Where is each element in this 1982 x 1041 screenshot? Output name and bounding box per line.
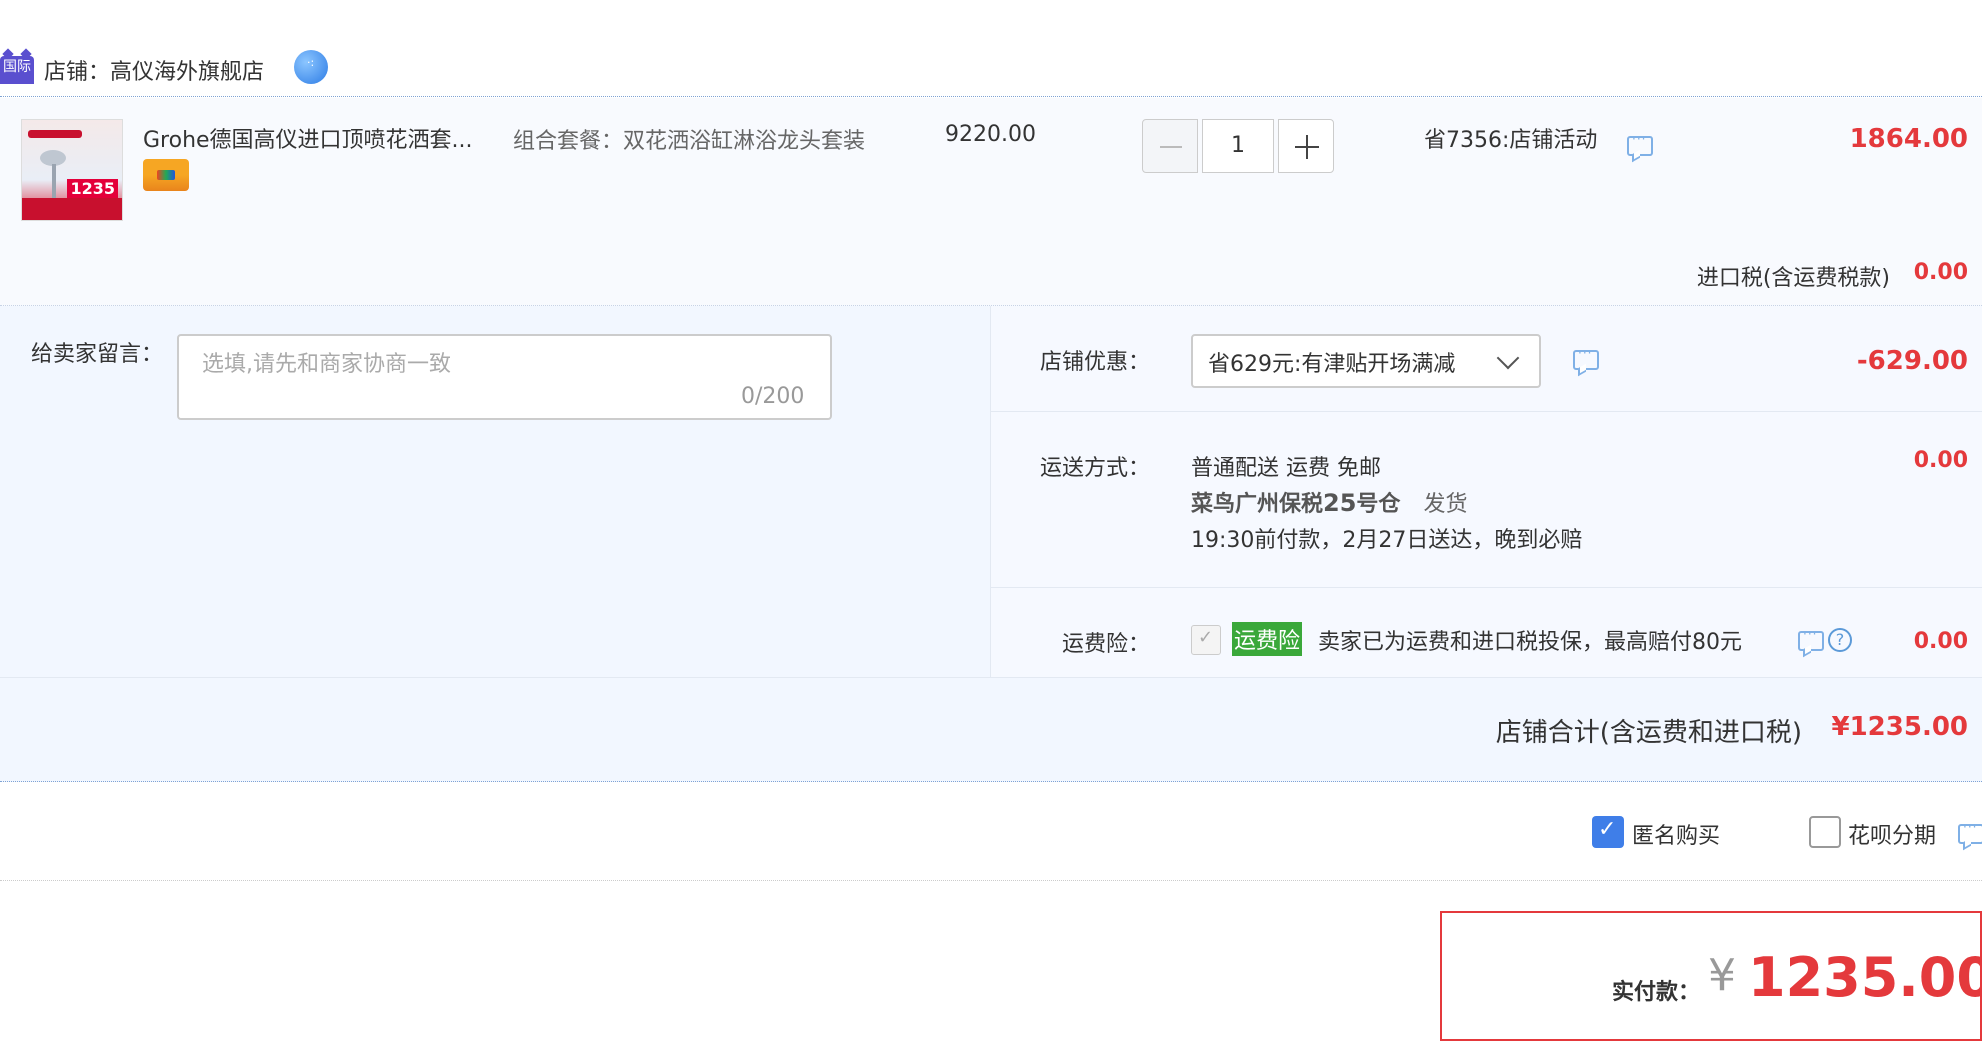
insurance-checkbox — [1191, 625, 1221, 655]
quantity-increase-button[interactable] — [1278, 119, 1334, 173]
product-title[interactable]: Grohe德国高仪进口顶喷花洒套... — [143, 122, 503, 154]
shop-name[interactable]: 店铺：高仪海外旗舰店 — [44, 54, 264, 86]
huabei-installment-checkbox[interactable] — [1809, 816, 1841, 848]
shipping-value: 0.00 — [1913, 448, 1968, 473]
anonymous-purchase-checkbox[interactable] — [1592, 816, 1624, 848]
chat-icon[interactable] — [1573, 346, 1599, 370]
help-icon[interactable]: ? — [1828, 628, 1852, 652]
quantity-decrease-button[interactable] — [1142, 119, 1198, 173]
seller-message-label: 给卖家留言： — [31, 342, 164, 367]
seller-message-placeholder[interactable]: 选填,请先和商家协商一致 — [202, 346, 451, 378]
insurance-label: 运费险： — [1061, 632, 1150, 657]
chat-icon[interactable] — [1958, 820, 1982, 844]
product-thumbnail[interactable]: 1235 — [21, 119, 123, 221]
credit-card-icon — [143, 159, 189, 191]
divider — [0, 781, 1982, 782]
delivery-estimate: 19:30前付款，2月27日送达，晚到必赔 — [1191, 528, 1583, 553]
thumbnail-price: 1235 — [67, 179, 118, 198]
dispatch-text: 发货 — [1423, 492, 1468, 517]
shipping-warehouse: 菜鸟广州保税25号仓 发货 — [1191, 486, 1467, 518]
shop-total-label: 店铺合计(含运费和进口税) — [1495, 718, 1802, 748]
payment-currency: ¥ — [1708, 950, 1736, 1001]
warehouse-number: 25 — [1323, 489, 1357, 517]
wangwang-chat-icon[interactable]: ·: — [294, 50, 328, 84]
seller-message-counter: 0/200 — [741, 384, 805, 409]
insurance-value: 0.00 — [1913, 629, 1968, 654]
tax-value: 0.00 — [1913, 260, 1968, 285]
shipping-method: 普通配送 运费 免邮 — [1191, 456, 1381, 481]
product-combo: 组合套餐：双花洒浴缸淋浴龙头套装 — [513, 129, 866, 154]
divider — [990, 411, 1982, 412]
insurance-text: 卖家已为运费和进口税投保，最高赔付80元 — [1318, 630, 1742, 655]
insurance-tag: 运费险 — [1232, 622, 1303, 656]
anonymous-purchase-label[interactable]: 匿名购买 — [1632, 818, 1720, 850]
item-price: 1864.00 — [1849, 124, 1968, 154]
quantity-input[interactable]: 1 — [1202, 119, 1274, 173]
discount-value: -629.00 — [1856, 346, 1968, 376]
discount-label: 店铺优惠： — [1039, 350, 1150, 375]
intl-badge: 国际 — [0, 56, 34, 84]
divider — [0, 96, 1982, 97]
warehouse-suffix: 号仓 — [1356, 492, 1401, 517]
huabei-installment-label[interactable]: 花呗分期 — [1848, 818, 1936, 850]
divider — [0, 677, 1982, 678]
tax-label: 进口税(含运费税款) — [1696, 266, 1890, 291]
shipping-label: 运送方式： — [1039, 456, 1150, 481]
chat-icon[interactable] — [1798, 627, 1824, 651]
payment-label: 实付款： — [1612, 980, 1701, 1005]
discount-selected-value[interactable]: 省629元:有津贴开场满减 — [1208, 346, 1455, 378]
warehouse-prefix: 菜鸟广州保税 — [1191, 492, 1324, 517]
unit-price: 9220.00 — [945, 122, 1036, 147]
shop-total-value: ¥1235.00 — [1831, 712, 1968, 742]
promotion-text: 省7356:店铺活动 — [1424, 128, 1598, 153]
divider — [0, 880, 1982, 881]
chat-icon[interactable] — [1627, 132, 1653, 156]
divider — [990, 587, 1982, 588]
payment-amount: 1235.00 — [1748, 946, 1982, 1009]
